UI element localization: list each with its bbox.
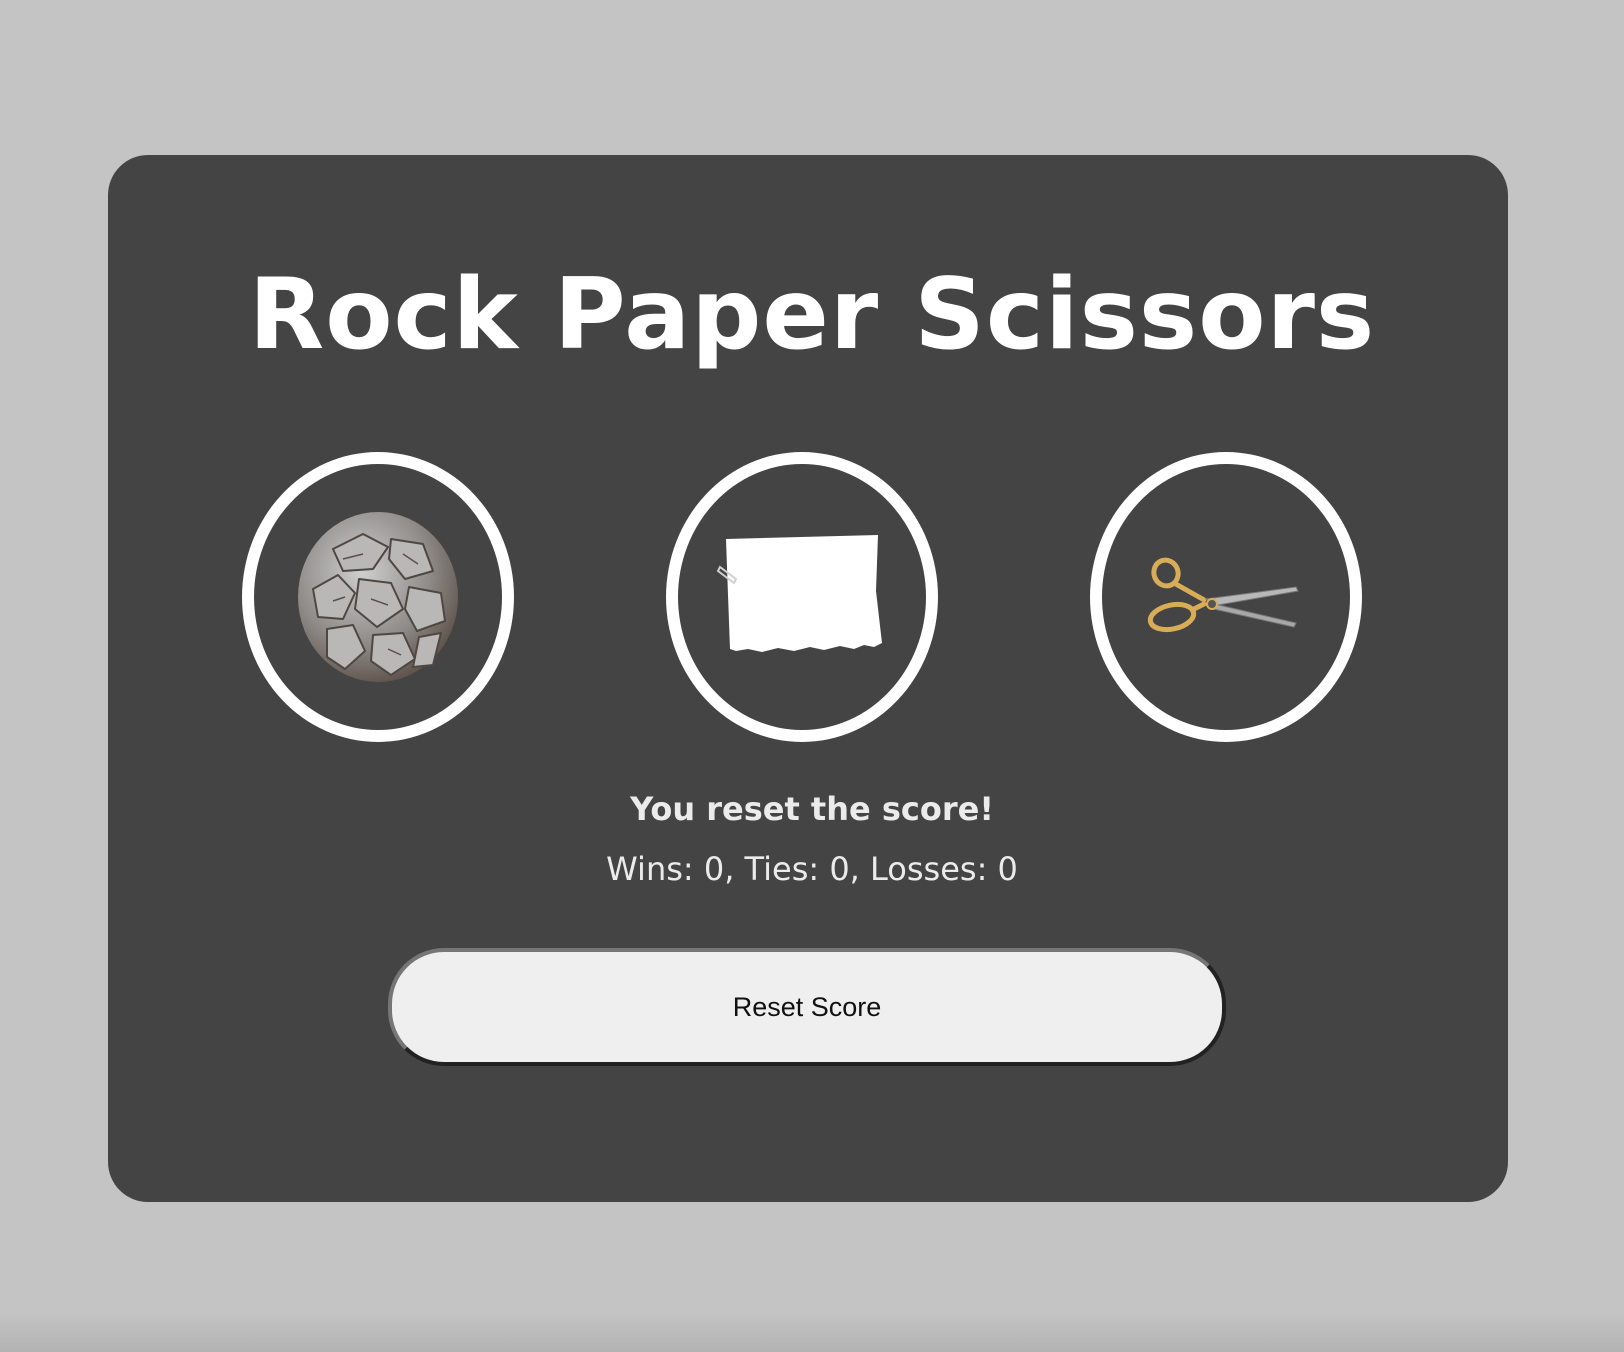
scissors-icon: [1147, 557, 1299, 633]
result-message: You reset the score!: [630, 790, 994, 828]
rock-button[interactable]: [242, 452, 514, 742]
rock-icon: [298, 512, 458, 682]
page-title: Rock Paper Scissors: [248, 258, 1376, 372]
reset-score-button[interactable]: Reset Score: [388, 948, 1226, 1066]
page-bottom-shade: [0, 1312, 1624, 1352]
score-text: Wins: 0, Ties: 0, Losses: 0: [606, 850, 1018, 888]
scissors-button[interactable]: [1090, 452, 1362, 742]
paper-icon: [716, 535, 882, 652]
paper-button[interactable]: [666, 452, 938, 742]
